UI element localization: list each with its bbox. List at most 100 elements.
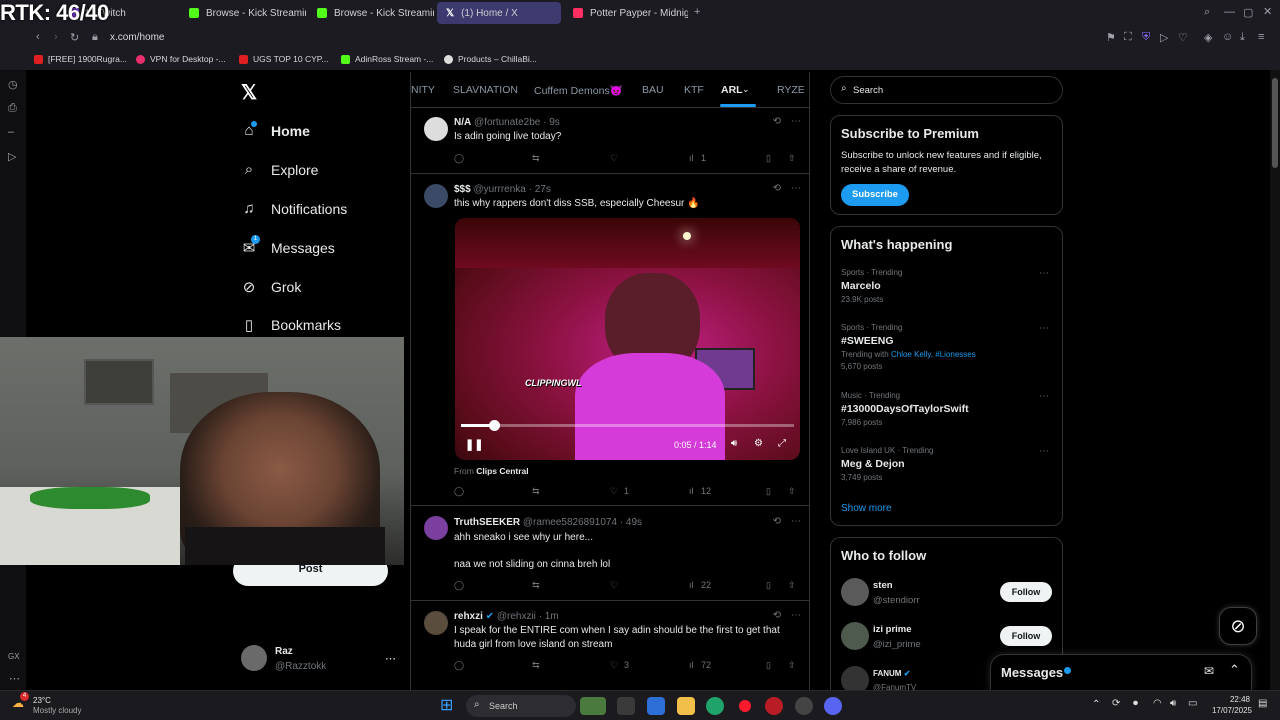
- pause-icon[interactable]: ❚❚: [465, 438, 483, 451]
- avatar[interactable]: [841, 578, 869, 606]
- bookmark-item[interactable]: Products – ChillaBi...: [444, 54, 537, 64]
- trend-more-icon[interactable]: ⋯: [1039, 391, 1049, 402]
- opera-gx-icon[interactable]: [736, 697, 754, 715]
- like-icon[interactable]: ♡: [610, 486, 618, 497]
- post[interactable]: $$$ @yurrrenka · 27s ⋯ ⟲ this why rapper…: [411, 175, 809, 506]
- video-progress-track[interactable]: [461, 420, 794, 431]
- tab-bau[interactable]: BAU: [642, 84, 664, 96]
- search-icon[interactable]: ⌕: [1204, 6, 1210, 19]
- repost-icon[interactable]: ⇆: [532, 153, 540, 164]
- reader-icon[interactable]: ⎙: [8, 102, 17, 115]
- messages-drawer[interactable]: Messages ✉ ⌃: [990, 654, 1252, 690]
- grok-fab-icon[interactable]: ⊘: [1219, 607, 1257, 645]
- share-icon[interactable]: ⇧: [788, 580, 796, 591]
- reply-icon[interactable]: ◯: [454, 580, 464, 591]
- tab-arl[interactable]: ARL: [721, 84, 743, 96]
- minus-icon[interactable]: –: [8, 126, 14, 138]
- post-more-icon[interactable]: ⋯: [791, 183, 801, 194]
- share-icon[interactable]: ⇧: [788, 153, 796, 164]
- views-icon[interactable]: ıl: [689, 153, 694, 163]
- heart-icon[interactable]: ♡: [1178, 31, 1188, 44]
- scrollbar[interactable]: [1270, 70, 1280, 690]
- grok-icon[interactable]: ⟲: [773, 183, 781, 194]
- shield-icon[interactable]: ⛨: [1142, 31, 1150, 44]
- taskbar-search[interactable]: ⌕ Search: [466, 695, 576, 717]
- battery-icon[interactable]: ▭: [1188, 698, 1197, 709]
- tab-x-home[interactable]: 𝕏 (1) Home / X: [437, 2, 561, 24]
- widget-icon[interactable]: [580, 697, 606, 715]
- bookmark-icon[interactable]: ▯: [766, 580, 771, 591]
- url-field[interactable]: x.com/home: [110, 32, 164, 43]
- minimize-icon[interactable]: —: [1224, 6, 1235, 18]
- trend-links[interactable]: Chloe Kelly, #Lionesses: [891, 350, 976, 359]
- volume-icon[interactable]: 🔊︎: [731, 438, 737, 449]
- subscribe-button[interactable]: Subscribe: [841, 184, 909, 206]
- views-icon[interactable]: ıl: [689, 486, 694, 496]
- avatar[interactable]: [424, 516, 448, 540]
- profile-icon[interactable]: ☺: [1222, 31, 1233, 43]
- app-icon[interactable]: [765, 697, 783, 715]
- scrollbar-thumb[interactable]: [1272, 78, 1278, 168]
- x-logo-icon[interactable]: 𝕏: [241, 80, 257, 105]
- account-more-icon[interactable]: ⋯: [385, 652, 396, 665]
- post[interactable]: N/A @fortunate2be · 9s ⋯ ⟲ Is adin going…: [411, 109, 809, 174]
- share-icon[interactable]: ⇧: [788, 660, 796, 671]
- back-icon[interactable]: ‹: [36, 31, 40, 43]
- trend-item[interactable]: Sports · Trending #SWEENG Trending with …: [841, 323, 1051, 371]
- follow-button[interactable]: Follow: [1000, 626, 1052, 646]
- video-source-link[interactable]: Clips Central: [476, 466, 528, 476]
- screenshot-icon[interactable]: ⛶: [1124, 31, 1132, 44]
- wifi-icon[interactable]: ◠: [1153, 698, 1162, 709]
- show-more-link[interactable]: Show more: [841, 503, 892, 514]
- tab-cuffem-demons[interactable]: Cuffem Demons😈: [534, 84, 623, 97]
- bookmark-item[interactable]: VPN for Desktop -...: [136, 54, 226, 64]
- avatar[interactable]: [424, 184, 448, 208]
- follow-name-row[interactable]: FANUM ✔: [873, 669, 910, 678]
- tab-kick-1[interactable]: Browse - Kick Streaming: [180, 2, 306, 24]
- post-author[interactable]: rehxzi: [454, 611, 483, 622]
- chevron-down-icon[interactable]: ⌄: [742, 84, 750, 95]
- new-message-icon[interactable]: ✉: [1204, 664, 1214, 678]
- search-input[interactable]: ⌕ Search: [830, 76, 1063, 104]
- taskview-icon[interactable]: [617, 697, 635, 715]
- fullscreen-icon[interactable]: ⤢: [778, 438, 786, 449]
- post-author[interactable]: TruthSEEKER: [454, 517, 520, 528]
- sync-icon[interactable]: ⟳: [1112, 698, 1120, 709]
- store-icon[interactable]: [647, 697, 665, 715]
- windows-start-icon[interactable]: ⊞: [440, 697, 453, 715]
- avatar[interactable]: [841, 622, 869, 650]
- tab-youtube[interactable]: Potter Payper - Midnight: [564, 2, 688, 24]
- trend-item[interactable]: Sports · Trending Marcelo 23.9K posts: [841, 268, 1051, 304]
- chevron-up-icon[interactable]: ⌃: [1092, 699, 1100, 710]
- follow-name[interactable]: sten: [873, 580, 893, 591]
- post[interactable]: rehxzi ✔ @rehxzii · 1m ⋯ ⟲ I speak for t…: [411, 602, 809, 690]
- grok-icon[interactable]: ⟲: [773, 610, 781, 621]
- trend-more-icon[interactable]: ⋯: [1039, 323, 1049, 334]
- nav-notifications[interactable]: ♫ Notifications: [241, 200, 347, 217]
- like-icon[interactable]: ♡: [610, 153, 618, 164]
- bookmark-item[interactable]: UGS TOP 10 CYP...: [239, 54, 328, 64]
- nav-explore[interactable]: ⌕ Explore: [241, 161, 319, 178]
- trend-item[interactable]: Love Island UK · Trending Meg & Dejon 3,…: [841, 446, 1051, 482]
- post-author[interactable]: $$$: [454, 184, 471, 195]
- follow-button[interactable]: Follow: [1000, 582, 1052, 602]
- obs-icon[interactable]: [795, 697, 813, 715]
- extensions-icon[interactable]: ◈: [1204, 31, 1212, 44]
- download-icon[interactable]: ⤓: [1240, 31, 1245, 44]
- edge-icon[interactable]: [706, 697, 724, 715]
- video-progress-handle[interactable]: [489, 420, 501, 431]
- more-icon[interactable]: ⋯: [9, 672, 20, 685]
- bookmark-icon[interactable]: ▯: [766, 660, 771, 671]
- tab-ryze[interactable]: RYZE: [777, 84, 805, 96]
- tab-ktf[interactable]: KTF: [684, 84, 704, 96]
- bookmark-icon[interactable]: ▯: [766, 153, 771, 164]
- avatar[interactable]: [241, 645, 267, 671]
- clock-time[interactable]: 22:48: [1212, 695, 1250, 704]
- post-more-icon[interactable]: ⋯: [791, 516, 801, 527]
- volume-icon[interactable]: 🔊︎: [1170, 698, 1176, 709]
- avatar[interactable]: [424, 611, 448, 635]
- expand-icon[interactable]: ⌃: [1229, 662, 1240, 678]
- bookmark-item[interactable]: [FREE] 1900Rugra...: [34, 54, 127, 64]
- repost-icon[interactable]: ⇆: [532, 486, 540, 497]
- grok-icon[interactable]: ⟲: [773, 116, 781, 127]
